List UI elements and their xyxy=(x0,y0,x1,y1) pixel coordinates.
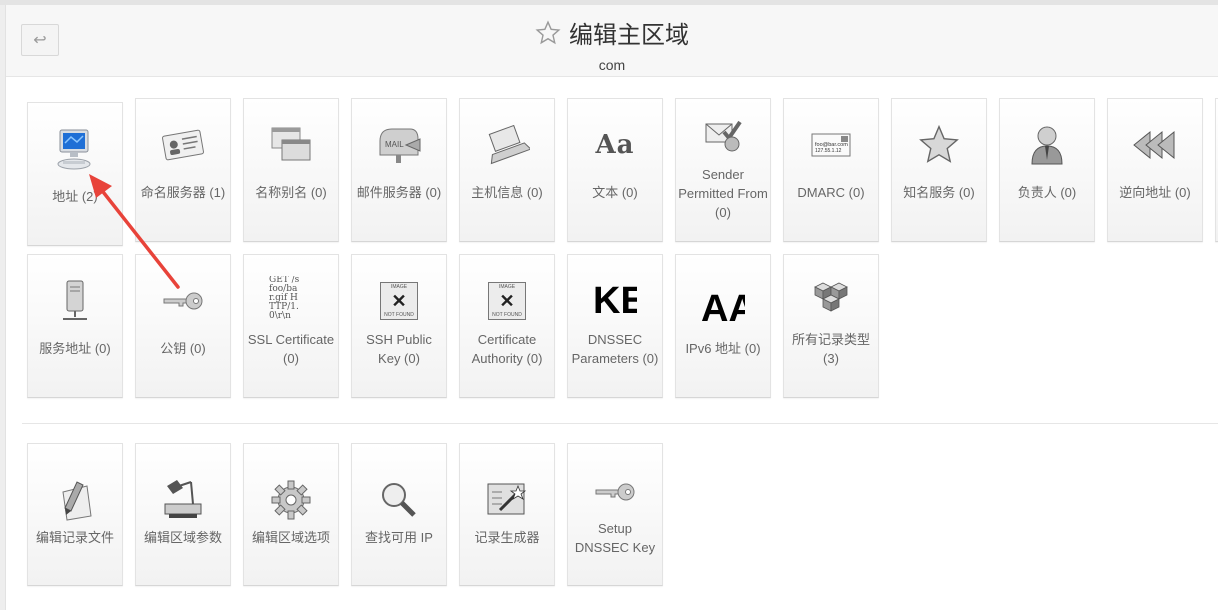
tile-label: 文本 (0) xyxy=(592,185,638,200)
tile-label: 编辑记录文件 xyxy=(35,530,114,545)
title-area: 编辑主区域 com xyxy=(6,15,1218,73)
image-not-found-icon: IMAGE ✕ NOT FOUND xyxy=(352,279,446,323)
tile-label: DNSSEC Parameters (0) xyxy=(571,332,659,366)
svg-text:127.55.1.12: 127.55.1.12 xyxy=(815,148,842,154)
left-edge xyxy=(0,5,6,610)
tile-label: Certificate Authority (0) xyxy=(471,332,543,366)
tile-label: 地址 (2) xyxy=(52,189,98,204)
action-record-generator[interactable]: 记录生成器 xyxy=(459,443,555,586)
zone-name: com xyxy=(598,56,626,73)
tile-label: 记录生成器 xyxy=(474,530,540,545)
record-type-nameserver[interactable]: 命名服务器 (1) xyxy=(135,98,231,242)
tile-label: 名称别名 (0) xyxy=(255,185,327,200)
pen-paper-icon xyxy=(28,478,122,522)
image-not-found-icon: IMAGE ✕ NOT FOUND xyxy=(460,279,554,323)
record-type-certificate-authority[interactable]: IMAGE ✕ NOT FOUND Certificate Authority … xyxy=(459,254,555,398)
ke-text-icon: KE xyxy=(593,281,637,321)
action-edit-records-file[interactable]: 编辑记录文件 xyxy=(27,443,123,586)
record-type-reverse[interactable]: 逆向地址 (0) xyxy=(1107,98,1203,242)
computer-icon xyxy=(28,127,122,171)
id-card-icon xyxy=(136,123,230,167)
tile-label: 逆向地址 (0) xyxy=(1119,185,1191,200)
tile-label: SSL Certificate (0) xyxy=(247,332,335,366)
record-type-dnssec-parameters[interactable]: KE DNSSEC Parameters (0) xyxy=(567,254,663,398)
mailbox-icon: MAIL xyxy=(352,123,446,167)
tile-label: 所有记录类型 (3) xyxy=(791,332,870,366)
record-type-alias[interactable]: 名称别名 (0) xyxy=(243,98,339,242)
cubes-icon xyxy=(784,277,878,321)
windows-stack-icon xyxy=(244,123,338,167)
key-icon xyxy=(136,279,230,323)
tile-label: 查找可用 IP xyxy=(365,530,433,545)
tile-label: 编辑区域选项 xyxy=(251,530,330,545)
tile-label: 负责人 (0) xyxy=(1017,185,1077,200)
action-edit-zone-parameters[interactable]: 编辑区域参数 xyxy=(135,443,231,586)
tile-label: 主机信息 (0) xyxy=(471,185,543,200)
magnifier-icon xyxy=(352,478,446,522)
page-title: 编辑主区域 xyxy=(535,15,689,50)
tile-label: DMARC (0) xyxy=(797,185,865,200)
email-card-icon: foo@bar.com 127.55.1.12 xyxy=(784,123,878,167)
page-title-text: 编辑主区域 xyxy=(569,22,689,49)
tile-label: IPv6 地址 (0) xyxy=(685,341,761,356)
record-type-ssh-public-key[interactable]: IMAGE ✕ NOT FOUND SSH Public Key (0) xyxy=(351,254,447,398)
tile-label: 知名服务 (0) xyxy=(903,185,975,200)
tile-label: Setup DNSSEC Key xyxy=(574,521,656,555)
action-setup-dnssec-key[interactable]: Setup DNSSEC Key xyxy=(567,443,663,586)
tile-label: 服务地址 (0) xyxy=(39,341,111,356)
star-icon xyxy=(892,123,986,167)
record-type-address[interactable]: 地址 (2) xyxy=(27,102,123,246)
page-header: ↩ 编辑主区域 com xyxy=(6,5,1218,77)
person-icon xyxy=(1000,123,1094,167)
tile-label: 命名服务器 (1) xyxy=(140,185,226,200)
tile-label: Sender Permitted From (0) xyxy=(678,167,768,220)
section-divider xyxy=(22,423,1218,424)
record-type-dmarc[interactable]: foo@bar.com 127.55.1.12 DMARC (0) xyxy=(783,98,879,242)
text-aa-icon: Aa xyxy=(595,130,635,160)
action-find-free-ip[interactable]: 查找可用 IP xyxy=(351,443,447,586)
record-type-ipv6[interactable]: AA IPv6 地址 (0) xyxy=(675,254,771,398)
record-type-text[interactable]: Aa 文本 (0) xyxy=(567,98,663,242)
record-type-wks[interactable]: 知名服务 (0) xyxy=(891,98,987,242)
certificate-text-icon: GET /s foo/ba r.gif H TTP/1. 0\r\n xyxy=(269,276,300,321)
tile-label: 公钥 (0) xyxy=(160,341,206,356)
tile-label: 编辑区域参数 xyxy=(143,530,222,545)
gear-icon xyxy=(244,478,338,522)
favorite-star-icon[interactable] xyxy=(535,19,561,46)
record-type-ssl-certificate[interactable]: GET /s foo/ba r.gif H TTP/1. 0\r\n SSL C… xyxy=(243,254,339,398)
record-type-mail-server[interactable]: MAIL 邮件服务器 (0) xyxy=(351,98,447,242)
lamp-icon xyxy=(136,476,230,520)
record-type-service[interactable]: 服务地址 (0) xyxy=(27,254,123,398)
action-edit-zone-options[interactable]: 编辑区域选项 xyxy=(243,443,339,586)
rewind-icon xyxy=(1108,123,1202,167)
key-icon xyxy=(568,470,662,514)
record-type-host-info[interactable]: 主机信息 (0) xyxy=(459,98,555,242)
mail-check-icon xyxy=(676,113,770,157)
record-type-all[interactable]: 所有记录类型 (3) xyxy=(783,254,879,398)
record-type-responsible[interactable]: 负责人 (0) xyxy=(999,98,1095,242)
laptop-icon xyxy=(460,123,554,167)
wand-icon xyxy=(460,478,554,522)
tile-label: SSH Public Key (0) xyxy=(366,332,432,366)
record-type-public-key[interactable]: 公钥 (0) xyxy=(135,254,231,398)
svg-text:MAIL: MAIL xyxy=(385,140,404,149)
tile-label: 邮件服务器 (0) xyxy=(356,185,442,200)
server-icon xyxy=(28,279,122,323)
record-type-spf[interactable]: Sender Permitted From (0) xyxy=(675,98,771,242)
aa-text-icon: AA xyxy=(701,289,745,329)
